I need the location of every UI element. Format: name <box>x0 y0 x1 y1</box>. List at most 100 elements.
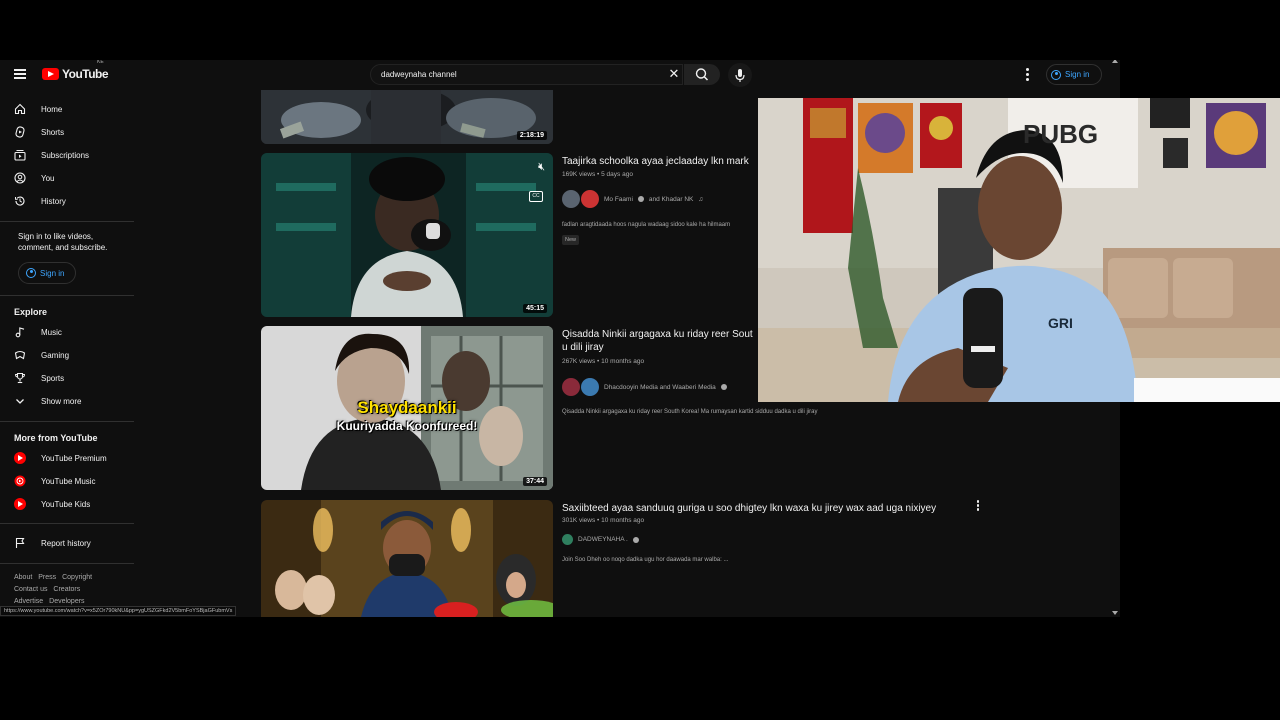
video-title[interactable]: Taajirka schoolka ayaa jeclaaday lkn mar… <box>562 155 749 168</box>
video-title[interactable]: Saxiibteed ayaa sanduuq guriga u soo dhi… <box>562 502 936 515</box>
channel-row[interactable]: DADWEYNAHA . <box>562 534 639 545</box>
video-duration: 37:44 <box>523 477 547 486</box>
video-meta: 301K views • 10 months ago <box>562 517 645 524</box>
trophy-icon <box>15 372 25 384</box>
sidebar-item-label: Music <box>41 327 62 337</box>
country-code: KE <box>97 60 104 65</box>
channel-name[interactable]: Mo Faami <box>604 196 633 203</box>
sidebar-item-label: Gaming <box>41 350 70 360</box>
scroll-up-arrow[interactable] <box>1112 60 1118 63</box>
sidebar-sign-in-button[interactable]: Sign in <box>18 262 76 284</box>
sidebar-divider <box>0 221 134 222</box>
footer-link-about[interactable]: About <box>14 574 32 581</box>
mute-icon[interactable]: 🔇︎ <box>538 161 545 174</box>
sidebar-divider <box>0 563 134 564</box>
sidebar-item-gaming[interactable]: Gaming <box>0 345 135 365</box>
footer-link-creators[interactable]: Creators <box>53 586 80 593</box>
sidebar-item-youtube-music[interactable]: YouTube Music <box>0 471 135 491</box>
thumbnail-image <box>261 153 553 317</box>
you-icon <box>14 172 26 184</box>
sign-in-label: Sign in <box>40 268 65 278</box>
verified-icon <box>720 384 727 390</box>
shorts-icon <box>15 126 25 138</box>
more-options-icon[interactable] <box>975 500 981 512</box>
thumbnail-image <box>261 90 553 144</box>
video-title-line1: Qisadda Ninkii argagaxa ku riday reer So… <box>562 329 753 340</box>
channel-name-suffix[interactable]: and Khadar NK <box>649 196 693 203</box>
footer-link-press[interactable]: Press <box>38 574 56 581</box>
channel-row[interactable]: Mo Faami and Khadar NK ♫ <box>562 190 703 208</box>
channel-avatar[interactable] <box>581 190 599 208</box>
sidebar-item-report-history[interactable]: Report history <box>0 533 135 553</box>
captions-icon[interactable]: CC <box>529 191 543 202</box>
flag-icon <box>15 537 25 548</box>
video-thumbnail[interactable] <box>261 500 553 617</box>
more-from-youtube-heading: More from YouTube <box>14 433 98 443</box>
sidebar-item-label: Report history <box>41 538 91 548</box>
sidebar-item-label: YouTube Music <box>41 476 96 486</box>
menu-icon[interactable] <box>14 69 26 79</box>
footer-link-developers[interactable]: Developers <box>49 598 84 605</box>
video-meta: 267K views • 10 months ago <box>562 358 645 365</box>
sidebar-item-label: YouTube Kids <box>41 499 91 509</box>
scroll-down-arrow[interactable] <box>1112 611 1118 615</box>
sidebar-item-label: Subscriptions <box>41 150 90 160</box>
thumbnail-caption-line2: Kuuriyadda Koonfureed! <box>336 419 478 433</box>
webcam-image: GRI PUBG <box>758 98 1280 402</box>
video-thumbnail[interactable]: 2:18:19 <box>261 90 553 144</box>
channel-avatar[interactable] <box>562 190 580 208</box>
youtube-logo-icon <box>42 68 59 80</box>
sidebar-item-subscriptions[interactable]: Subscriptions <box>0 145 135 165</box>
channel-avatar[interactable] <box>581 378 599 396</box>
video-thumbnail[interactable]: Shaydaankii Kuuriyadda Koonfureed! 37:44 <box>261 326 553 490</box>
channel-avatar[interactable] <box>562 378 580 396</box>
sidebar-item-youtube-kids[interactable]: YouTube Kids <box>0 494 135 514</box>
sidebar-item-shorts[interactable]: Shorts <box>0 122 135 142</box>
masthead: YouTube KE dadweynaha channel ✕ Sign in <box>0 60 1120 90</box>
video-description: fadlan aragtidaada hoos nagula wadaag si… <box>562 222 731 228</box>
sidebar-item-history[interactable]: History <box>0 191 135 211</box>
sidebar: Home Shorts Subscriptions You History Si… <box>0 90 135 617</box>
clear-search-icon[interactable]: ✕ <box>666 66 682 82</box>
video-thumbnail[interactable]: 🔇︎ CC 45:15 <box>261 153 553 317</box>
video-meta: 169K views • 5 days ago <box>562 171 633 178</box>
sidebar-item-home[interactable]: Home <box>0 99 135 119</box>
youtube-music-icon <box>14 475 26 487</box>
footer-link-copyright[interactable]: Copyright <box>62 574 92 581</box>
sidebar-show-more[interactable]: Show more <box>0 391 135 411</box>
search-button[interactable] <box>684 64 720 85</box>
voice-search-button[interactable] <box>728 63 752 87</box>
gaming-icon <box>14 350 26 360</box>
link-status-bar: https://www.youtube.com/watch?v=x5ZOr790… <box>0 606 237 616</box>
search-input[interactable]: dadweynaha channel <box>370 64 683 85</box>
thumbnail-image <box>261 500 553 617</box>
settings-more-icon[interactable] <box>1021 67 1033 83</box>
sidebar-item-you[interactable]: You <box>0 168 135 188</box>
webcam-overlay: GRI PUBG <box>758 98 1280 402</box>
sidebar-item-label: YouTube Premium <box>41 453 107 463</box>
sidebar-divider <box>0 295 134 296</box>
new-badge: New <box>562 235 580 245</box>
channel-name[interactable]: Dhacdooyin Media and Waaberi Media <box>604 384 716 391</box>
sign-in-label: Sign in <box>1065 70 1090 79</box>
verified-icon <box>632 536 639 543</box>
sidebar-item-label: Shorts <box>41 127 65 137</box>
channel-avatar[interactable] <box>562 534 573 545</box>
footer-link-advertise[interactable]: Advertise <box>14 598 43 605</box>
thumbnail-caption: Shaydaankii Kuuriyadda Koonfureed! <box>261 398 553 433</box>
video-title-line2: u dili jiray <box>562 342 604 353</box>
sidebar-divider <box>0 523 134 524</box>
sidebar-item-youtube-premium[interactable]: YouTube Premium <box>0 448 135 468</box>
sign-in-button[interactable]: Sign in <box>1046 64 1102 85</box>
channel-row[interactable]: Dhacdooyin Media and Waaberi Media <box>562 378 727 396</box>
video-description: Qisadda Ninkii argagaxa ku riday reer So… <box>562 409 818 415</box>
home-icon <box>14 103 26 115</box>
youtube-logo[interactable]: YouTube <box>42 67 109 81</box>
sidebar-item-music[interactable]: Music <box>0 322 135 342</box>
channel-name[interactable]: DADWEYNAHA . <box>578 536 628 543</box>
footer-link-contact[interactable]: Contact us <box>14 586 47 593</box>
search-icon <box>695 68 709 81</box>
video-title[interactable]: Qisadda Ninkii argagaxa ku riday reer So… <box>562 328 753 354</box>
verified-icon <box>637 196 644 202</box>
sidebar-item-sports[interactable]: Sports <box>0 368 135 388</box>
